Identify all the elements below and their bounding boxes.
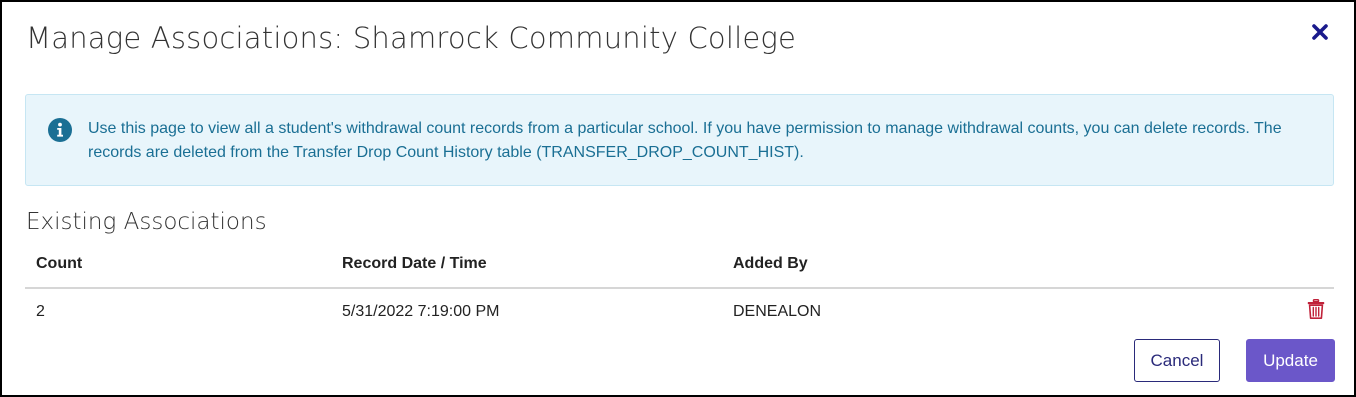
cell-record-date: 5/31/2022 7:19:00 PM: [342, 303, 500, 320]
associations-table: Count Record Date / Time Added By 2 5/31…: [25, 246, 1334, 331]
table-row: 2 5/31/2022 7:19:00 PM DENEALON: [25, 289, 1334, 331]
trash-icon[interactable]: [1307, 299, 1325, 319]
column-header-count: Count: [36, 255, 83, 272]
info-alert: Use this page to view all a student's wi…: [25, 94, 1334, 186]
table-header: Count Record Date / Time Added By: [25, 246, 1334, 289]
close-icon[interactable]: [1310, 22, 1330, 42]
cell-added-by: DENEALON: [733, 303, 822, 320]
info-message: Use this page to view all a student's wi…: [88, 120, 1282, 161]
cell-count: 2: [36, 303, 45, 320]
dialog-title: Manage Associations: Shamrock Community …: [26, 21, 797, 55]
existing-associations-heading: Existing Associations: [26, 209, 267, 235]
update-button[interactable]: Update: [1246, 339, 1335, 382]
column-header-added-by: Added By: [733, 255, 808, 272]
column-header-record-date: Record Date / Time: [342, 255, 487, 272]
info-icon: [48, 118, 72, 142]
manage-associations-dialog: Manage Associations: Shamrock Community …: [0, 0, 1356, 397]
cancel-button[interactable]: Cancel: [1134, 339, 1220, 382]
